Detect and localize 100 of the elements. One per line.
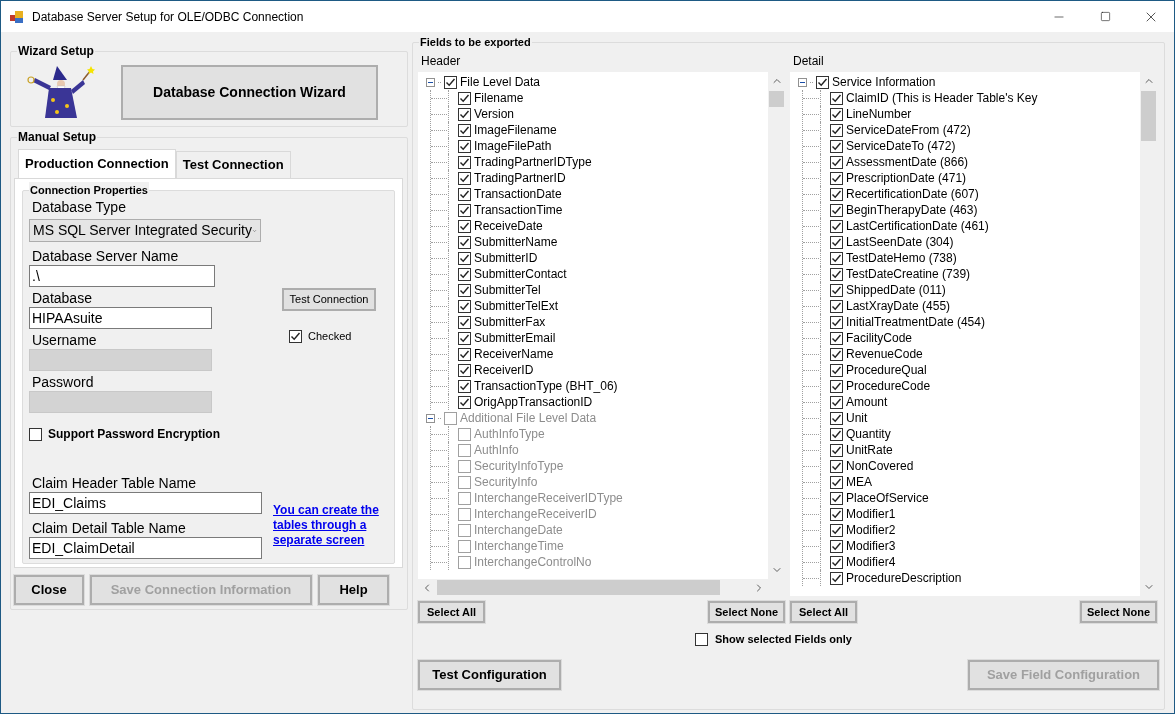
tree-item[interactable]: TransactionTime [474,201,563,219]
tree-item[interactable]: TransactionDate [474,185,562,203]
checkbox[interactable] [830,235,843,249]
tree-item[interactable]: Modifier2 [846,521,896,539]
checkbox[interactable] [458,379,471,393]
collapse-icon[interactable] [798,77,807,87]
dropdown[interactable]: MS SQL Server Integrated Security [29,219,261,242]
tab[interactable]: Production Connection [18,149,176,178]
checkbox[interactable] [458,171,471,185]
checkbox[interactable] [458,299,471,313]
tree-item[interactable]: ImageFilename [474,121,557,139]
tree-item[interactable]: ProcedureQual [846,361,927,379]
input-field[interactable]: .\ [29,265,215,287]
checkbox[interactable] [830,347,843,361]
checkbox[interactable] [458,363,471,377]
tree-item[interactable]: RevenueCode [846,345,923,363]
checkbox[interactable] [830,267,843,281]
tree-item[interactable]: SubmitterEmail [474,329,556,347]
checkbox[interactable] [830,331,843,345]
checkbox[interactable] [444,75,457,89]
checkbox[interactable] [458,203,471,217]
tree-item[interactable]: Unit [846,409,868,427]
button[interactable]: Select None [1080,601,1157,623]
collapse-icon[interactable] [426,77,435,87]
checkbox[interactable] [830,523,843,537]
scroll-thumb[interactable] [769,91,784,107]
wizard-button[interactable]: Database Connection Wizard [121,64,378,120]
checkbox[interactable] [830,411,843,425]
tree-item[interactable]: ProcedureCode [846,377,931,395]
checkbox[interactable] [830,155,843,169]
tree-item[interactable]: TransactionType (BHT_06) [474,377,618,395]
tree-item[interactable]: OrigAppTransactionID [474,393,593,411]
checkbox[interactable] [458,107,471,121]
button[interactable]: Select All [418,601,486,623]
checkbox[interactable] [458,395,471,409]
checkbox[interactable] [830,555,843,569]
checkbox[interactable] [830,443,843,457]
input-field[interactable]: HIPAAsuite [29,307,212,329]
checkbox[interactable] [830,171,843,185]
button[interactable]: Help [318,575,389,605]
checkbox[interactable] [458,283,471,297]
input-field[interactable]: EDI_Claims [29,492,262,514]
tree-item[interactable]: TestDateHemo (738) [846,249,957,267]
checkbox[interactable] [458,235,471,249]
checkbox[interactable] [830,539,843,553]
checkbox[interactable] [830,107,843,121]
checkbox[interactable] [458,139,471,153]
tree-item[interactable]: PlaceOfService [846,489,929,507]
tree-item[interactable]: ProcedureDescription [846,569,962,587]
checkbox[interactable] [695,632,709,646]
checkbox[interactable] [830,299,843,313]
tree-item[interactable]: ShippedDate (011) [846,281,946,299]
tree-item[interactable]: LastSeenDate (304) [846,233,954,251]
tree-item[interactable]: TestDateCreatine (739) [846,265,971,283]
checkbox[interactable] [830,379,843,393]
tree-item[interactable]: ReceiverID [474,361,534,379]
tree-item[interactable]: Modifier4 [846,553,896,571]
checkbox[interactable] [830,363,843,377]
tree-item[interactable]: Amount [846,393,888,411]
checkbox[interactable] [816,75,829,89]
input-field[interactable]: EDI_ClaimDetail [29,537,262,559]
tree-item[interactable]: TradingPartnerIDType [474,153,592,171]
checkbox[interactable] [830,315,843,329]
checkbox[interactable] [830,395,843,409]
tree-item[interactable]: Quantity [846,425,891,443]
checkbox[interactable] [830,491,843,505]
checkbox[interactable] [458,267,471,281]
checkbox[interactable] [830,507,843,521]
tree-item[interactable]: ImageFilePath [474,137,552,155]
tree-item[interactable]: Version [474,105,515,123]
tree-item[interactable]: Modifier3 [846,537,896,555]
checkbox[interactable] [830,203,843,217]
tree-item[interactable]: Modifier1 [846,505,896,523]
checkbox[interactable] [458,123,471,137]
checkbox[interactable] [830,123,843,137]
checkbox[interactable] [458,219,471,233]
tree-item[interactable]: MEA [846,473,872,491]
tab[interactable]: Test Connection [175,151,291,178]
tree-item[interactable]: LastXrayDate (455) [846,297,951,315]
checkbox[interactable] [830,139,843,153]
checkbox[interactable] [830,475,843,489]
checkbox[interactable] [830,91,843,105]
tree-item[interactable]: UnitRate [846,441,893,459]
tree-item[interactable]: SubmitterFax [474,313,546,331]
tree-item[interactable]: Service Information [832,73,936,91]
tree-item[interactable]: SubmitterContact [474,265,567,283]
tree-item[interactable]: ServiceDateFrom (472) [846,121,971,139]
tree-item[interactable]: SubmitterID [474,249,538,267]
button[interactable]: Test Configuration [418,659,561,690]
tree-item[interactable]: SubmitterName [474,233,558,251]
tree-item[interactable]: FacilityCode [846,329,913,347]
tree-item[interactable]: NonCovered [846,457,914,475]
button[interactable]: Select None [708,601,785,623]
tree-item[interactable]: AssessmentDate (866) [846,153,969,171]
checkbox[interactable] [29,427,42,441]
tree-item[interactable]: ReceiverName [474,345,554,363]
checkbox[interactable] [289,329,302,343]
tree-item[interactable]: TradingPartnerID [474,169,566,187]
checkbox[interactable] [830,219,843,233]
scroll-thumb[interactable] [1141,91,1156,141]
